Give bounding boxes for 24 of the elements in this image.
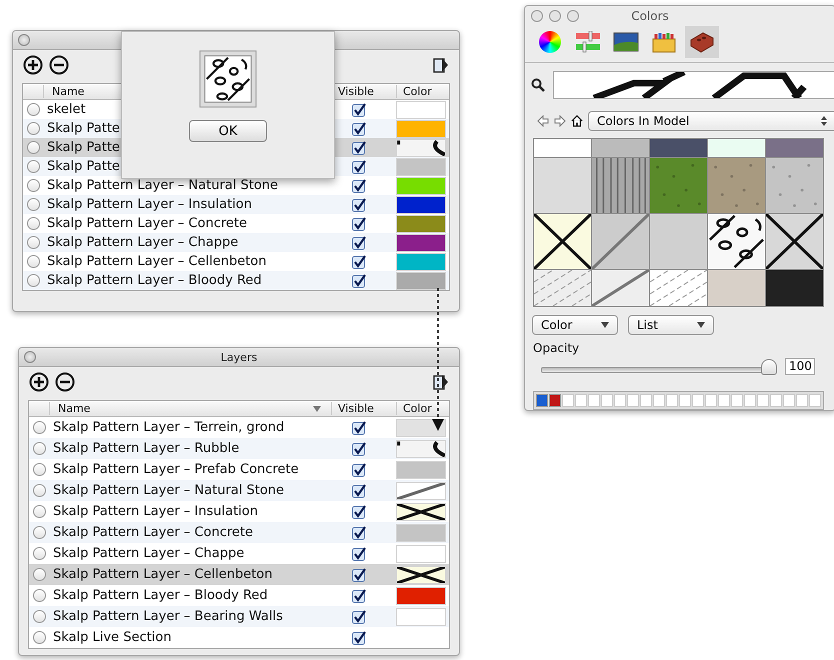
layer-name: Skalp Pattern Layer – Concrete (52, 525, 253, 540)
layer-name: Skalp Pattern Layer – Cellenbeton (52, 567, 273, 582)
layer-name: Skalp Pattern Layer – Terrein, grond (52, 420, 284, 435)
window-title: Layers (220, 350, 258, 364)
layer-name: Skalp Patte (46, 140, 120, 155)
layer-name: Skalp Pattern Layer – Bloody Red (52, 588, 268, 603)
layer-name: Skalp Patte (46, 121, 120, 136)
layer-name: skelet (46, 102, 86, 117)
layer-name: Skalp Live Section (52, 630, 172, 645)
layer-name: Skalp Pattern Layer – Rubble (52, 441, 240, 456)
window-title: Colors (631, 9, 669, 23)
layer-name: Skalp Pattern Layer – Cellenbeton (46, 254, 267, 269)
layer-name: Skalp Pattern Layer – Chappe (46, 235, 238, 250)
layer-name: Skalp Pattern Layer – Bearing Walls (52, 609, 283, 624)
layer-name: Skalp Pattern Layer – Chappe (52, 546, 244, 561)
layer-name: Skalp Pattern Layer – Bloody Red (46, 273, 262, 288)
layer-name: Skalp Pattern Layer – Natural Stone (52, 483, 284, 498)
layer-name: Skalp Patte (46, 159, 120, 174)
layer-name: Skalp Pattern Layer – Insulation (46, 197, 252, 212)
opacity-label: Opacity (532, 340, 580, 355)
layer-name: Skalp Pattern Layer – Prefab Concrete (52, 462, 299, 477)
layer-name: Skalp Pattern Layer – Concrete (46, 216, 247, 231)
layer-name: Skalp Pattern Layer – Natural Stone (46, 178, 278, 193)
layer-name: Skalp Pattern Layer – Insulation (52, 504, 258, 519)
